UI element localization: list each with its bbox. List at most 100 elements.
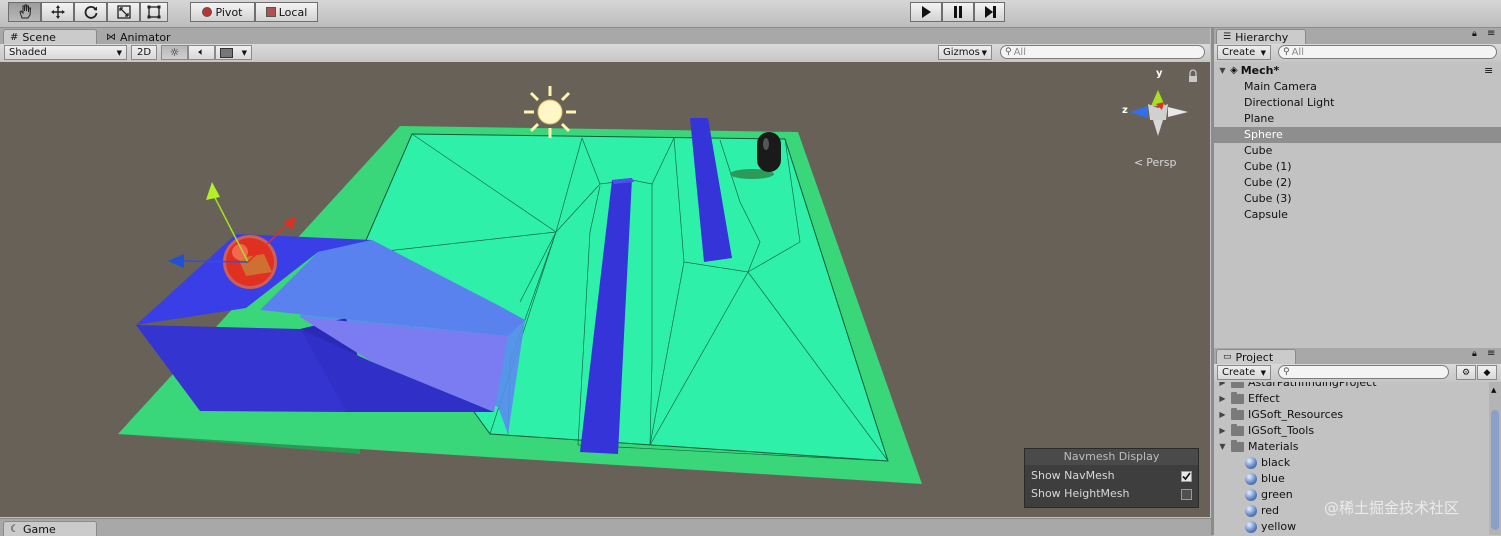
hierarchy-item-plane[interactable]: Plane: [1214, 111, 1501, 127]
hierarchy-item-capsule[interactable]: Capsule: [1214, 207, 1501, 223]
hierarchy-item-sphere[interactable]: Sphere: [1214, 127, 1501, 143]
scene-controlbar: Shaded ▼ 2D ☼ 🔈︎ ▼ Gizmos ▼ ⚲ All: [0, 44, 1210, 63]
rotate-tool-button[interactable]: [74, 2, 107, 22]
project-folder-effect[interactable]: ▶ Effect: [1218, 391, 1280, 407]
hierarchy-item-cube-1[interactable]: Cube (1): [1214, 159, 1501, 175]
expand-arrow-icon: ▶: [1219, 382, 1226, 387]
scene-audio-toggle[interactable]: 🔈︎: [188, 45, 215, 60]
material-icon: [1245, 457, 1257, 469]
scene-root-row[interactable]: ▼ ◈ Mech* ≡: [1214, 63, 1501, 79]
project-scrollbar[interactable]: ▲: [1489, 382, 1501, 535]
material-green[interactable]: green: [1245, 487, 1293, 503]
axis-z-label: z: [1122, 105, 1128, 116]
material-blue[interactable]: blue: [1245, 471, 1285, 487]
expand-arrow-icon: ▶: [1219, 410, 1226, 419]
folder-icon: [1231, 382, 1244, 388]
scene-lighting-toggle[interactable]: ☼: [161, 45, 188, 60]
dropdown-arrow-icon: ▼: [981, 48, 987, 57]
hand-icon: [18, 4, 31, 19]
hierarchy-item-cube[interactable]: Cube: [1214, 143, 1501, 159]
play-button[interactable]: [910, 2, 942, 22]
dropdown-arrow-icon: ▼: [1260, 48, 1266, 57]
lock-icon[interactable]: 🔒︎: [1472, 349, 1477, 359]
image-icon: [220, 47, 233, 58]
scroll-up-icon[interactable]: ▲: [1491, 386, 1499, 394]
hierarchy-search-input[interactable]: ⚲ All: [1278, 45, 1497, 59]
pivot-toggle-button[interactable]: Pivot: [190, 2, 255, 22]
project-folder-materials[interactable]: ▼ Materials: [1218, 439, 1298, 455]
show-navmesh-checkbox[interactable]: [1181, 471, 1192, 482]
tab-game[interactable]: ☾ Game: [3, 521, 97, 536]
tab-animator[interactable]: ⋈ Animator: [99, 29, 189, 44]
list-icon: ☰: [1223, 32, 1232, 42]
scene-tabbar: # Scene ⋈ Animator: [0, 28, 1210, 45]
project-search-input[interactable]: ⚲: [1278, 365, 1449, 379]
pause-button[interactable]: [942, 2, 974, 22]
tab-scene[interactable]: # Scene: [3, 29, 97, 44]
pivot-icon: [202, 7, 213, 17]
filter-label-button[interactable]: ◆: [1477, 365, 1497, 380]
project-folder-igsoft-resources[interactable]: ▶ IGSoft_Resources: [1218, 407, 1343, 423]
play-icon: [922, 6, 931, 18]
scene-search-input[interactable]: ⚲ All: [1000, 45, 1205, 59]
shading-mode-dropdown[interactable]: Shaded ▼: [4, 45, 127, 60]
project-folder-igsoft-tools[interactable]: ▶ IGSoft_Tools: [1218, 423, 1314, 439]
scale-tool-button[interactable]: [107, 2, 140, 22]
orientation-gizmo: [1130, 90, 1188, 136]
scene-menu-icon[interactable]: ≡: [1484, 63, 1493, 79]
pause-icon: [954, 6, 962, 18]
tab-hierarchy[interactable]: ☰ Hierarchy: [1216, 29, 1306, 44]
dropdown-arrow-icon: ▼: [1260, 368, 1266, 377]
project-create-dropdown[interactable]: Create ▼: [1217, 365, 1271, 380]
show-heightmesh-checkbox[interactable]: [1181, 489, 1192, 500]
menu-icon[interactable]: ≡: [1487, 348, 1495, 359]
hierarchy-item-cube-3[interactable]: Cube (3): [1214, 191, 1501, 207]
main-toolbar: Pivot Local: [0, 0, 1501, 28]
project-folder-astar[interactable]: ▶ AstarPathfindingProject: [1218, 382, 1377, 391]
scene-grid-icon: #: [10, 31, 19, 43]
directional-light-icon: [524, 86, 576, 138]
hierarchy-list: ▼ ◈ Mech* ≡ Main Camera Directional Ligh…: [1214, 62, 1501, 345]
hierarchy-create-dropdown[interactable]: Create ▼: [1217, 45, 1271, 60]
expand-arrow-icon: ▼: [1219, 66, 1226, 75]
mode-2d-toggle[interactable]: 2D: [131, 45, 157, 60]
rect-tool-button[interactable]: [140, 2, 168, 22]
local-toggle-button[interactable]: Local: [255, 2, 318, 22]
search-icon: ⚲: [1005, 47, 1012, 57]
expand-arrow-icon: ▶: [1219, 394, 1226, 403]
material-black[interactable]: black: [1245, 455, 1290, 471]
project-tabbar: ▭ Project 🔒︎ ≡: [1214, 348, 1501, 365]
axis-y-label: y: [1156, 68, 1163, 79]
show-heightmesh-label: Show HeightMesh: [1031, 487, 1130, 500]
material-icon: [1245, 489, 1257, 501]
navmesh-display-title: Navmesh Display: [1025, 449, 1198, 465]
hierarchy-item-main-camera[interactable]: Main Camera: [1214, 79, 1501, 95]
lock-icon[interactable]: 🔒︎: [1472, 29, 1477, 39]
move-tool-button[interactable]: [41, 2, 74, 22]
project-scrollbar-thumb[interactable]: [1491, 410, 1499, 530]
step-button[interactable]: [974, 2, 1005, 22]
menu-icon[interactable]: ≡: [1487, 28, 1495, 39]
material-yellow[interactable]: yellow: [1245, 519, 1296, 535]
filter-type-button[interactable]: ⚙: [1456, 365, 1476, 380]
material-red[interactable]: red: [1245, 503, 1279, 519]
game-icon: ☾: [10, 523, 19, 535]
collapse-arrow-icon: ▼: [1219, 442, 1226, 451]
game-tabbar: ☾ Game: [0, 518, 1213, 536]
project-controlbar: Create ▼ ⚲ ⚙ ◆: [1214, 364, 1501, 383]
gizmos-dropdown[interactable]: Gizmos ▼: [938, 45, 992, 60]
scale-icon: [116, 5, 131, 19]
projection-toggle[interactable]: < Persp: [1134, 156, 1176, 169]
tab-project[interactable]: ▭ Project: [1216, 349, 1296, 364]
hierarchy-item-directional-light[interactable]: Directional Light: [1214, 95, 1501, 111]
search-icon: ⚲: [1283, 47, 1290, 57]
search-icon: ⚲: [1283, 367, 1290, 377]
dropdown-arrow-icon: ▼: [116, 48, 122, 57]
hand-tool-button[interactable]: [8, 2, 41, 22]
scene-effects-dropdown[interactable]: ▼: [215, 45, 252, 60]
folder-icon: [1231, 408, 1244, 420]
hierarchy-item-cube-2[interactable]: Cube (2): [1214, 175, 1501, 191]
material-icon: [1245, 505, 1257, 517]
material-icon: [1245, 473, 1257, 485]
hierarchy-controlbar: Create ▼ ⚲ All: [1214, 44, 1501, 63]
